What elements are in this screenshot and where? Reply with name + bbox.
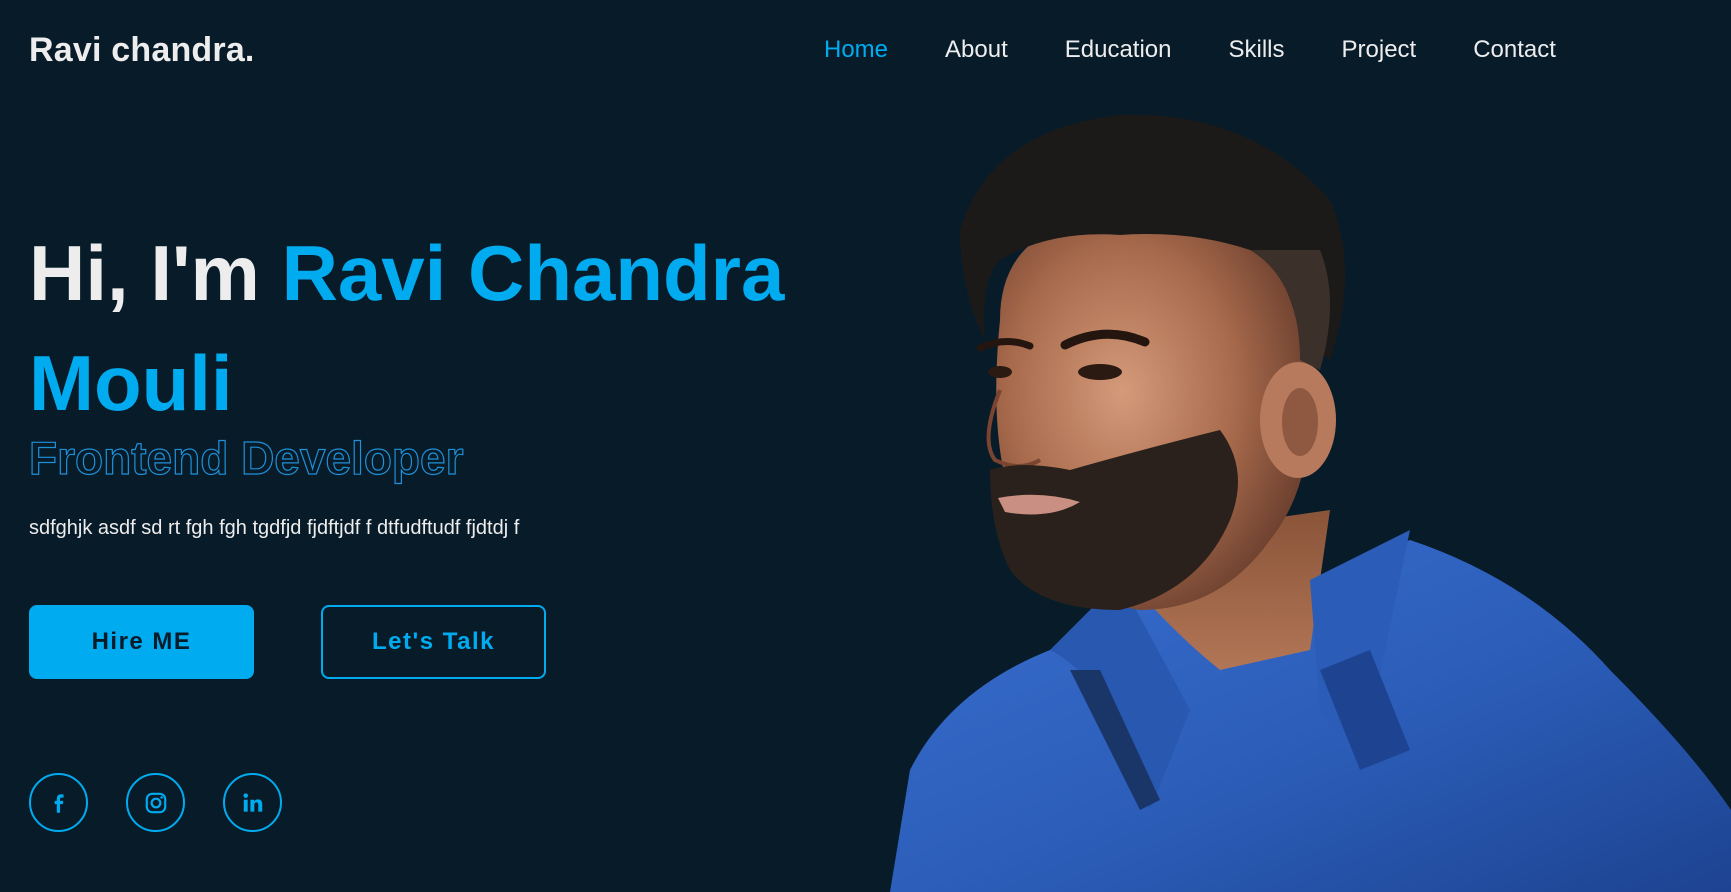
facebook-icon bbox=[54, 793, 64, 813]
nav-link-home[interactable]: Home bbox=[824, 34, 888, 66]
lets-talk-button[interactable]: Let's Talk bbox=[321, 605, 546, 679]
social-links bbox=[29, 773, 282, 832]
linkedin-icon bbox=[242, 792, 262, 812]
nav-link-contact[interactable]: Contact bbox=[1473, 34, 1556, 66]
hero-greeting: Hi, I'm bbox=[29, 229, 282, 317]
hero-role: Frontend Developer bbox=[28, 431, 464, 484]
instagram-icon bbox=[145, 792, 166, 813]
hero-buttons: Hire ME Let's Talk bbox=[29, 605, 546, 679]
linkedin-link[interactable] bbox=[223, 773, 282, 832]
nav-link-about[interactable]: About bbox=[945, 34, 1008, 66]
nav-link-project[interactable]: Project bbox=[1342, 34, 1417, 66]
hero-heading: Hi, I'm Ravi Chandra Mouli bbox=[29, 218, 909, 438]
portfolio-page: Ravi chandra. Home About Education Skill… bbox=[0, 0, 1731, 892]
hire-me-button[interactable]: Hire ME bbox=[29, 605, 254, 679]
hero-content: Hi, I'm Ravi Chandra Mouli Frontend Deve… bbox=[28, 218, 909, 542]
nav-link-skills[interactable]: Skills bbox=[1229, 34, 1285, 66]
profile-photo bbox=[890, 114, 1731, 892]
site-logo[interactable]: Ravi chandra. bbox=[29, 31, 255, 70]
facebook-link[interactable] bbox=[29, 773, 88, 832]
hero-description: sdfghjk asdf sd rt fgh fgh tgdfjd fjdftj… bbox=[29, 517, 520, 539]
site-header: Ravi chandra. Home About Education Skill… bbox=[0, 0, 1731, 100]
instagram-link[interactable] bbox=[126, 773, 185, 832]
nav-link-education[interactable]: Education bbox=[1065, 34, 1172, 66]
main-nav: Home About Education Skills Project Cont… bbox=[824, 34, 1613, 66]
